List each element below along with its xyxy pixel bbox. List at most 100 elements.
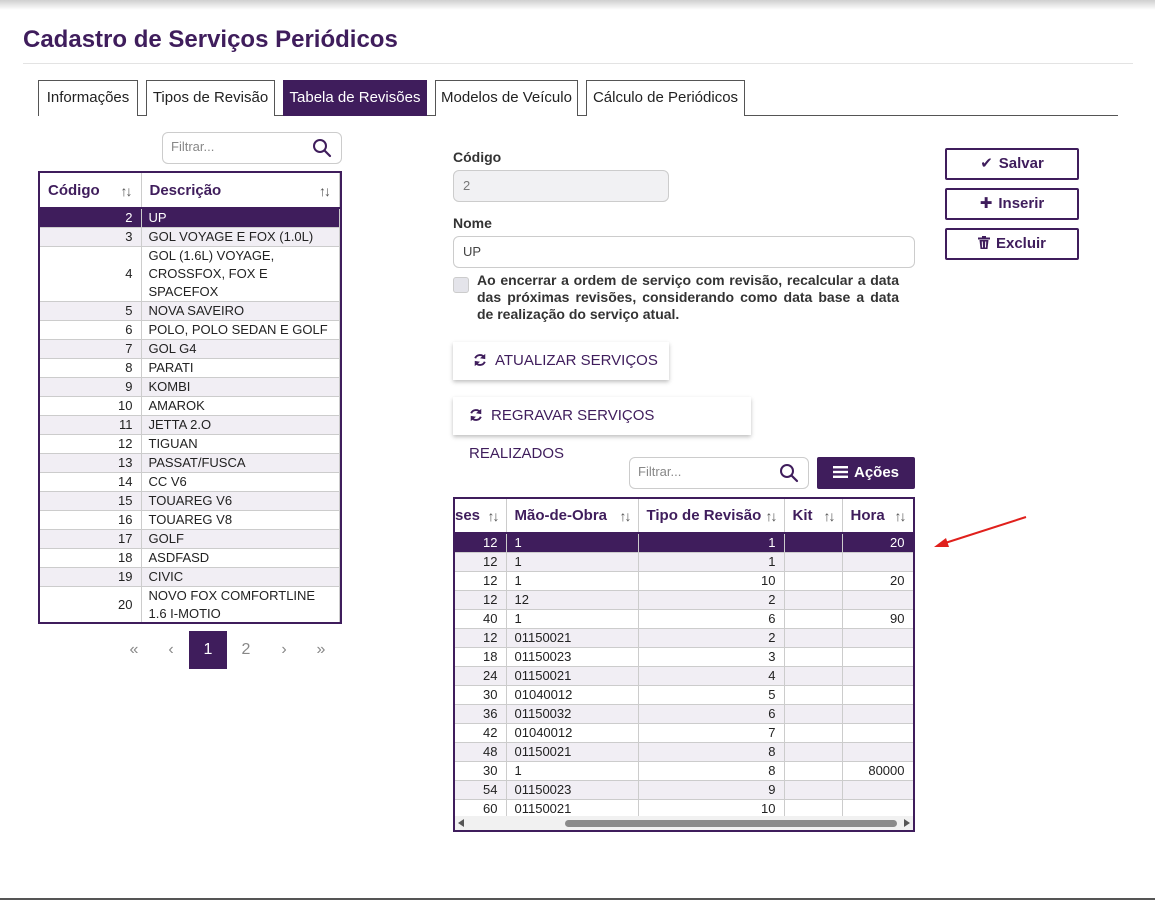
- table-row[interactable]: 4 GOL (1.6L) VOYAGE, CROSSFOX, FOX E SPAC…: [40, 246, 340, 302]
- table-row[interactable]: 9 KOMBI: [40, 377, 340, 397]
- sort-icon[interactable]: ↑↓: [488, 508, 500, 524]
- table-row[interactable]: 21MONZA: [40, 624, 340, 625]
- last-page-button[interactable]: »: [302, 631, 340, 669]
- table-row[interactable]: 12 01150021 2: [455, 628, 913, 648]
- codigo-cell: 13: [40, 453, 142, 473]
- prev-page-button[interactable]: ‹: [152, 631, 190, 669]
- hora-cell: 20: [842, 571, 913, 591]
- atualizar-servicos-button[interactable]: ATUALIZAR SERVIÇOS: [453, 342, 669, 380]
- table-row[interactable]: 16 TOUAREG V8: [40, 510, 340, 530]
- table-row[interactable]: 12 12 2: [455, 590, 913, 610]
- table-row[interactable]: 12 1 1: [455, 552, 913, 572]
- table-row[interactable]: 2 UP: [40, 208, 340, 228]
- atualizar-label: ATUALIZAR SERVIÇOS: [495, 352, 658, 369]
- column-header-kit[interactable]: Kit ↑↓: [784, 499, 843, 534]
- table-row[interactable]: 20 NOVO FOX COMFORTLINE 1.6 I-MOTIO: [40, 586, 340, 622]
- right-filter-input[interactable]: [638, 464, 768, 479]
- kit-cell: [784, 742, 843, 762]
- horizontal-scrollbar[interactable]: [455, 816, 913, 830]
- column-header-hora[interactable]: Hora ↑↓: [842, 499, 913, 534]
- table-row[interactable]: 13 PASSAT/FUSCA: [40, 453, 340, 473]
- table-row[interactable]: 42 01040012 7: [455, 723, 913, 743]
- table-row[interactable]: 24 01150021 4: [455, 666, 913, 686]
- table-row[interactable]: 12 TIGUAN: [40, 434, 340, 454]
- table-row[interactable]: 14 CC V6: [40, 472, 340, 492]
- inserir-button[interactable]: ✚ Inserir: [945, 188, 1079, 220]
- table-row[interactable]: 36 01150032 6: [455, 704, 913, 724]
- codigo-cell: 16: [40, 510, 142, 530]
- salvar-button[interactable]: ✔ Salvar: [945, 148, 1079, 180]
- regravar-servicos-button[interactable]: REGRAVAR SERVIÇOS REALIZADOS: [453, 397, 751, 462]
- search-icon[interactable]: [779, 463, 799, 483]
- table-row[interactable]: 15 TOUAREG V6: [40, 491, 340, 511]
- table-row[interactable]: 17 GOLF: [40, 529, 340, 549]
- table-row[interactable]: 12 1 1 20: [455, 533, 913, 553]
- table-row[interactable]: 48 01150021 8: [455, 742, 913, 762]
- sort-icon[interactable]: ↑↓: [824, 508, 836, 524]
- hora-cell: [842, 780, 913, 800]
- column-header-meses[interactable]: ses ↑↓: [455, 499, 507, 534]
- table-row[interactable]: 30 01040012 5: [455, 685, 913, 705]
- tab-modelos-de-veiculo[interactable]: Modelos de Veículo: [435, 80, 578, 116]
- next-page-button[interactable]: ›: [265, 631, 303, 669]
- codigo-cell: 6: [40, 320, 142, 340]
- table-row[interactable]: 8 PARATI: [40, 358, 340, 378]
- table-row[interactable]: 12 1 10 20: [455, 571, 913, 591]
- meses-cell: 54: [455, 780, 507, 800]
- sort-icon[interactable]: ↑↓: [766, 508, 778, 524]
- tab-informacoes[interactable]: Informações: [38, 80, 138, 116]
- check-icon: ✔: [980, 155, 993, 172]
- column-header-mao-de-obra[interactable]: Mão-de-Obra ↑↓: [506, 499, 639, 534]
- page-button-2[interactable]: 2: [227, 631, 265, 669]
- page-button-1[interactable]: 1: [189, 631, 227, 669]
- first-page-button[interactable]: «: [115, 631, 153, 669]
- right-filter: [629, 457, 809, 489]
- acoes-label: Ações: [853, 464, 900, 481]
- table-row[interactable]: 19 CIVIC: [40, 567, 340, 587]
- tab-tabela-de-revisoes[interactable]: Tabela de Revisões: [283, 80, 427, 116]
- hora-cell: [842, 685, 913, 705]
- kit-cell: [784, 780, 843, 800]
- mao-de-obra-cell: 1: [506, 571, 639, 591]
- table-row[interactable]: 18 01150023 3: [455, 647, 913, 667]
- meses-cell: 18: [455, 647, 507, 667]
- nome-field[interactable]: UP: [453, 236, 915, 268]
- table-row[interactable]: 7 GOL G4: [40, 339, 340, 359]
- nome-label: Nome: [453, 215, 492, 231]
- table-row[interactable]: 6 POLO, POLO SEDAN E GOLF: [40, 320, 340, 340]
- sort-icon[interactable]: ↑↓: [319, 183, 331, 199]
- descricao-cell: GOL (1.6L) VOYAGE, CROSSFOX, FOX E SPACE…: [141, 246, 340, 302]
- scrollbar-thumb[interactable]: [565, 820, 897, 827]
- tab-tipos-de-revisao[interactable]: Tipos de Revisão: [146, 80, 275, 116]
- acoes-button[interactable]: Ações: [817, 457, 915, 489]
- table-row[interactable]: 5 NOVA SAVEIRO: [40, 301, 340, 321]
- column-header-tipo-de-revisao[interactable]: Tipo de Revisão ↑↓: [638, 499, 785, 534]
- scroll-right-icon[interactable]: [904, 819, 910, 827]
- column-header-descricao[interactable]: Descrição ↑↓: [141, 173, 340, 209]
- mao-de-obra-cell: 01150021: [506, 666, 639, 686]
- table-row[interactable]: 3 GOL VOYAGE E FOX (1.0L): [40, 227, 340, 247]
- codigo-cell: 14: [40, 472, 142, 492]
- search-icon[interactable]: [312, 138, 332, 158]
- column-header-codigo[interactable]: Código ↑↓: [40, 173, 142, 209]
- scroll-left-icon[interactable]: [458, 819, 464, 827]
- table-row[interactable]: 30 1 8 80000: [455, 761, 913, 781]
- recalcular-checkbox[interactable]: [453, 277, 469, 293]
- table-row[interactable]: 11 JETTA 2.O: [40, 415, 340, 435]
- sort-icon[interactable]: ↑↓: [895, 508, 907, 524]
- meses-cell: 12: [455, 533, 507, 553]
- mao-de-obra-cell: 1: [506, 533, 639, 553]
- tab-calculo-de-periodicos[interactable]: Cálculo de Periódicos: [586, 80, 745, 116]
- meses-cell: 42: [455, 723, 507, 743]
- table-row[interactable]: 10 AMAROK: [40, 396, 340, 416]
- sort-icon[interactable]: ↑↓: [620, 508, 632, 524]
- table-row[interactable]: 18 ASDFASD: [40, 548, 340, 568]
- column-label: Kit: [792, 507, 813, 524]
- models-grid: Código ↑↓ Descrição ↑↓ 2 UP 3 GOL VOYAGE E …: [38, 171, 342, 624]
- sort-icon[interactable]: ↑↓: [121, 183, 133, 199]
- table-row[interactable]: 54 01150023 9: [455, 780, 913, 800]
- kit-cell: [784, 590, 843, 610]
- excluir-button[interactable]: Excluir: [945, 228, 1079, 260]
- table-row[interactable]: 40 1 6 90: [455, 609, 913, 629]
- left-filter-input[interactable]: [171, 139, 301, 154]
